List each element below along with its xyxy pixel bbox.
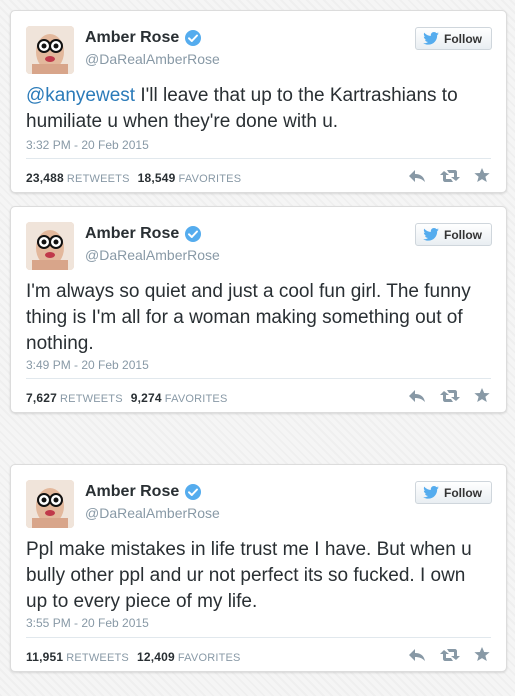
retweet-count: 7,627 <box>26 391 58 405</box>
display-name-text: Amber Rose <box>85 483 180 500</box>
avatar[interactable] <box>26 480 74 528</box>
favorite-count: 12,409 <box>136 650 175 664</box>
reply-icon[interactable] <box>408 169 426 183</box>
retweet-icon[interactable] <box>440 648 460 662</box>
follow-button[interactable]: Follow <box>415 481 492 504</box>
user-handle[interactable]: @DaRealAmberRose <box>85 505 220 521</box>
user-handle[interactable]: @DaRealAmberRose <box>85 51 220 67</box>
display-name[interactable]: Amber Rose <box>85 483 202 501</box>
timestamp[interactable]: 3:49 PM - 20 Feb 2015 <box>26 358 149 372</box>
favorite-label: FAVORITES <box>164 393 228 405</box>
reply-icon[interactable] <box>408 648 426 662</box>
display-name-text: Amber Rose <box>85 29 180 46</box>
favorite-star-icon[interactable] <box>474 168 490 183</box>
follow-label: Follow <box>444 31 482 46</box>
user-handle[interactable]: @DaRealAmberRose <box>85 247 220 263</box>
favorite-star-icon[interactable] <box>474 388 490 403</box>
tweet-card: Amber Rose @DaRealAmberRose Follow Ppl m… <box>10 464 507 672</box>
timestamp[interactable]: 3:32 PM - 20 Feb 2015 <box>26 138 149 152</box>
twitter-bird-icon <box>423 486 439 499</box>
retweet-icon[interactable] <box>440 389 460 403</box>
favorite-star-icon[interactable] <box>474 647 490 662</box>
retweet-count: 11,951 <box>26 650 64 664</box>
retweet-count: 23,488 <box>26 171 64 185</box>
follow-label: Follow <box>444 485 482 500</box>
verified-badge-icon <box>185 30 202 46</box>
tweet-text: I'm always so quiet and just a cool fun … <box>26 281 471 354</box>
retweet-label: RETWEETS <box>60 393 123 405</box>
verified-badge-icon <box>185 226 202 242</box>
tweet-actions <box>408 647 490 662</box>
retweet-label: RETWEETS <box>66 173 130 185</box>
divider <box>26 637 491 638</box>
verified-badge-icon <box>185 484 202 500</box>
tweet-actions <box>408 388 490 403</box>
avatar[interactable] <box>26 222 74 270</box>
follow-label: Follow <box>444 227 482 242</box>
avatar-image <box>26 222 74 270</box>
divider <box>26 158 491 159</box>
twitter-bird-icon <box>423 228 439 241</box>
tweet-card: Amber Rose @DaRealAmberRose Follow I'm a… <box>10 206 507 413</box>
tweet-stats: 23,488 RETWEETS 18,549 FAVORITES <box>26 171 241 185</box>
retweet-label: RETWEETS <box>66 652 129 664</box>
twitter-bird-icon <box>423 32 439 45</box>
tweet-actions <box>408 168 490 183</box>
mention-link[interactable]: @kanyewest <box>26 85 135 106</box>
timestamp[interactable]: 3:55 PM - 20 Feb 2015 <box>26 616 149 630</box>
favorite-label: FAVORITES <box>177 652 241 664</box>
display-name-text: Amber Rose <box>85 225 180 242</box>
follow-button[interactable]: Follow <box>415 223 492 246</box>
favorite-count: 9,274 <box>130 391 162 405</box>
follow-button[interactable]: Follow <box>415 27 492 50</box>
display-name[interactable]: Amber Rose <box>85 225 202 243</box>
display-name[interactable]: Amber Rose <box>85 29 202 47</box>
tweet-card: Amber Rose @DaRealAmberRose Follow @kany… <box>10 10 507 193</box>
tweet-stats: 7,627 RETWEETS 9,274 FAVORITES <box>26 391 228 405</box>
favorite-count: 18,549 <box>137 171 176 185</box>
avatar[interactable] <box>26 26 74 74</box>
avatar-image <box>26 480 74 528</box>
reply-icon[interactable] <box>408 389 426 403</box>
avatar-image <box>26 26 74 74</box>
favorite-label: FAVORITES <box>178 173 242 185</box>
tweet-text: Ppl make mistakes in life trust me I hav… <box>26 539 472 612</box>
tweet-stats: 11,951 RETWEETS 12,409 FAVORITES <box>26 650 241 664</box>
retweet-icon[interactable] <box>440 169 460 183</box>
divider <box>26 378 491 379</box>
tweet-text: @kanyewest I'll leave that up to the Kar… <box>26 83 491 135</box>
